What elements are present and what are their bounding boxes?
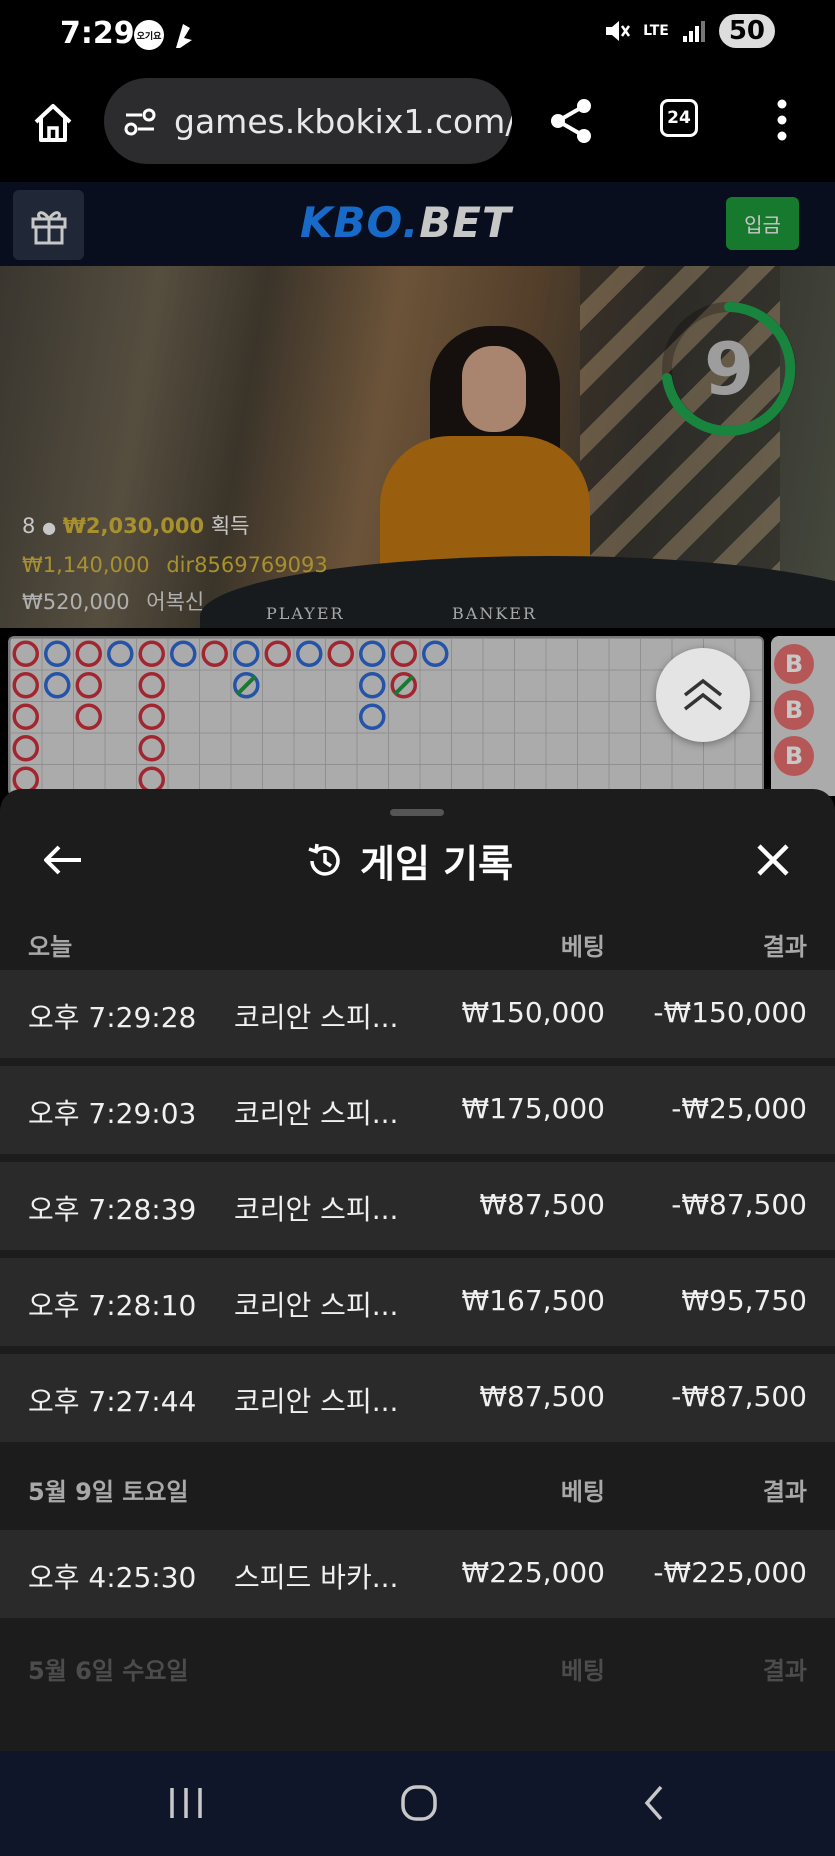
notification-badge-icon: 오기요 (134, 20, 164, 50)
system-navigation-bar (0, 1751, 835, 1856)
row-time: 오후 7:29:28 (28, 1001, 197, 1034)
row-bet: ₩150,000 (461, 996, 605, 1029)
row-bet: ₩87,500 (479, 1380, 605, 1413)
home-button[interactable] (28, 98, 78, 148)
row-result: -₩150,000 (653, 996, 807, 1029)
home-nav-button[interactable] (389, 1775, 449, 1831)
bet-column-header: 베팅 (560, 1478, 605, 1506)
status-time: 7:29 (60, 16, 135, 51)
close-icon (757, 844, 789, 876)
mute-icon (606, 21, 631, 41)
row-time: 오후 7:27:44 (28, 1385, 197, 1418)
recent-apps-button[interactable] (156, 1775, 216, 1831)
sheet-title: 게임 기록 (360, 842, 514, 886)
address-bar[interactable]: games.kbokix1.com/l (104, 78, 512, 164)
share-icon (551, 99, 591, 143)
row-bet: ₩87,500 (479, 1188, 605, 1221)
history-row[interactable]: 오후 7:28:10 코리안 스피... ₩167,500 ₩95,750 (0, 1258, 835, 1346)
row-result: -₩225,000 (653, 1556, 807, 1589)
network-type: LTE (643, 23, 669, 39)
chevron-left-icon (644, 1785, 663, 1821)
row-bet: ₩225,000 (461, 1556, 605, 1589)
bet-column-header: 베팅 (560, 1657, 605, 1685)
arrow-left-icon (44, 845, 81, 875)
browser-toolbar: games.kbokix1.com/l 24 (0, 72, 835, 182)
status-bar: 7:29 오기요 LTE 50 (0, 0, 835, 72)
result-column-header: 결과 (762, 1478, 807, 1506)
game-history-sheet: 게임 기록 오늘 베팅 결과 오후 7:29:28 코리안 스피... ₩150… (0, 789, 835, 1751)
section-header-may-9: 5월 9일 토요일 베팅 결과 (0, 1456, 835, 1516)
result-column-header: 결과 (762, 933, 807, 961)
section-header-today: 오늘 베팅 결과 (0, 911, 835, 971)
bet-column-header: 베팅 (560, 933, 605, 961)
row-time: 오후 4:25:30 (28, 1561, 197, 1594)
close-button[interactable] (748, 835, 798, 885)
row-game: 코리안 스피... (234, 1001, 399, 1034)
history-row[interactable]: 오후 7:28:39 코리안 스피... ₩87,500 -₩87,500 (0, 1162, 835, 1250)
row-result: -₩87,500 (671, 1380, 807, 1413)
sheet-drag-handle[interactable] (390, 809, 444, 816)
row-game: 스피드 바카... (234, 1561, 399, 1594)
more-vertical-icon (777, 99, 787, 141)
history-row[interactable]: 오후 7:29:28 코리안 스피... ₩150,000 -₩150,000 (0, 970, 835, 1058)
section-header-may-6: 5월 6일 수요일 베팅 결과 (0, 1635, 835, 1695)
history-row[interactable]: 오후 4:25:30 스피드 바카... ₩225,000 -₩225,000 (0, 1530, 835, 1618)
home-circle-icon (401, 1785, 437, 1821)
url-text: games.kbokix1.com/l (174, 102, 512, 141)
row-result: -₩87,500 (671, 1188, 807, 1221)
result-column-header: 결과 (762, 1657, 807, 1685)
row-time: 오후 7:29:03 (28, 1097, 197, 1130)
notification-app-icon (170, 20, 196, 50)
row-result: -₩25,000 (671, 1092, 807, 1125)
expand-roadmap-button[interactable] (656, 648, 750, 742)
row-time: 오후 7:28:10 (28, 1289, 197, 1322)
tab-switcher-button[interactable]: 24 (660, 99, 698, 137)
row-result: ₩95,750 (681, 1284, 807, 1317)
section-date: 오늘 (28, 933, 73, 961)
history-row[interactable]: 오후 7:27:44 코리안 스피... ₩87,500 -₩87,500 (0, 1354, 835, 1442)
battery-level: 50 (718, 14, 775, 48)
row-game: 코리안 스피... (234, 1289, 399, 1322)
row-game: 코리안 스피... (234, 1097, 399, 1130)
history-icon (308, 843, 340, 876)
recent-apps-icon (170, 1788, 202, 1818)
row-game: 코리안 스피... (234, 1193, 399, 1226)
sheet-header: 게임 기록 (304, 833, 513, 888)
back-nav-button[interactable] (624, 1775, 684, 1831)
browser-menu-button[interactable] (770, 98, 794, 142)
section-date: 5월 6일 수요일 (28, 1657, 189, 1685)
row-bet: ₩175,000 (461, 1092, 605, 1125)
double-chevron-up-icon (683, 678, 723, 711)
row-time: 오후 7:28:39 (28, 1193, 197, 1226)
status-right: LTE 50 (603, 14, 775, 48)
home-icon (34, 104, 72, 142)
row-bet: ₩167,500 (461, 1284, 605, 1317)
history-row[interactable]: 오후 7:29:03 코리안 스피... ₩175,000 -₩25,000 (0, 1066, 835, 1154)
share-button[interactable] (548, 96, 594, 146)
row-game: 코리안 스피... (234, 1385, 399, 1418)
section-date: 5월 9일 토요일 (28, 1478, 189, 1506)
signal-icon (682, 21, 705, 42)
back-button[interactable] (38, 835, 88, 885)
site-settings-icon[interactable] (122, 104, 158, 140)
